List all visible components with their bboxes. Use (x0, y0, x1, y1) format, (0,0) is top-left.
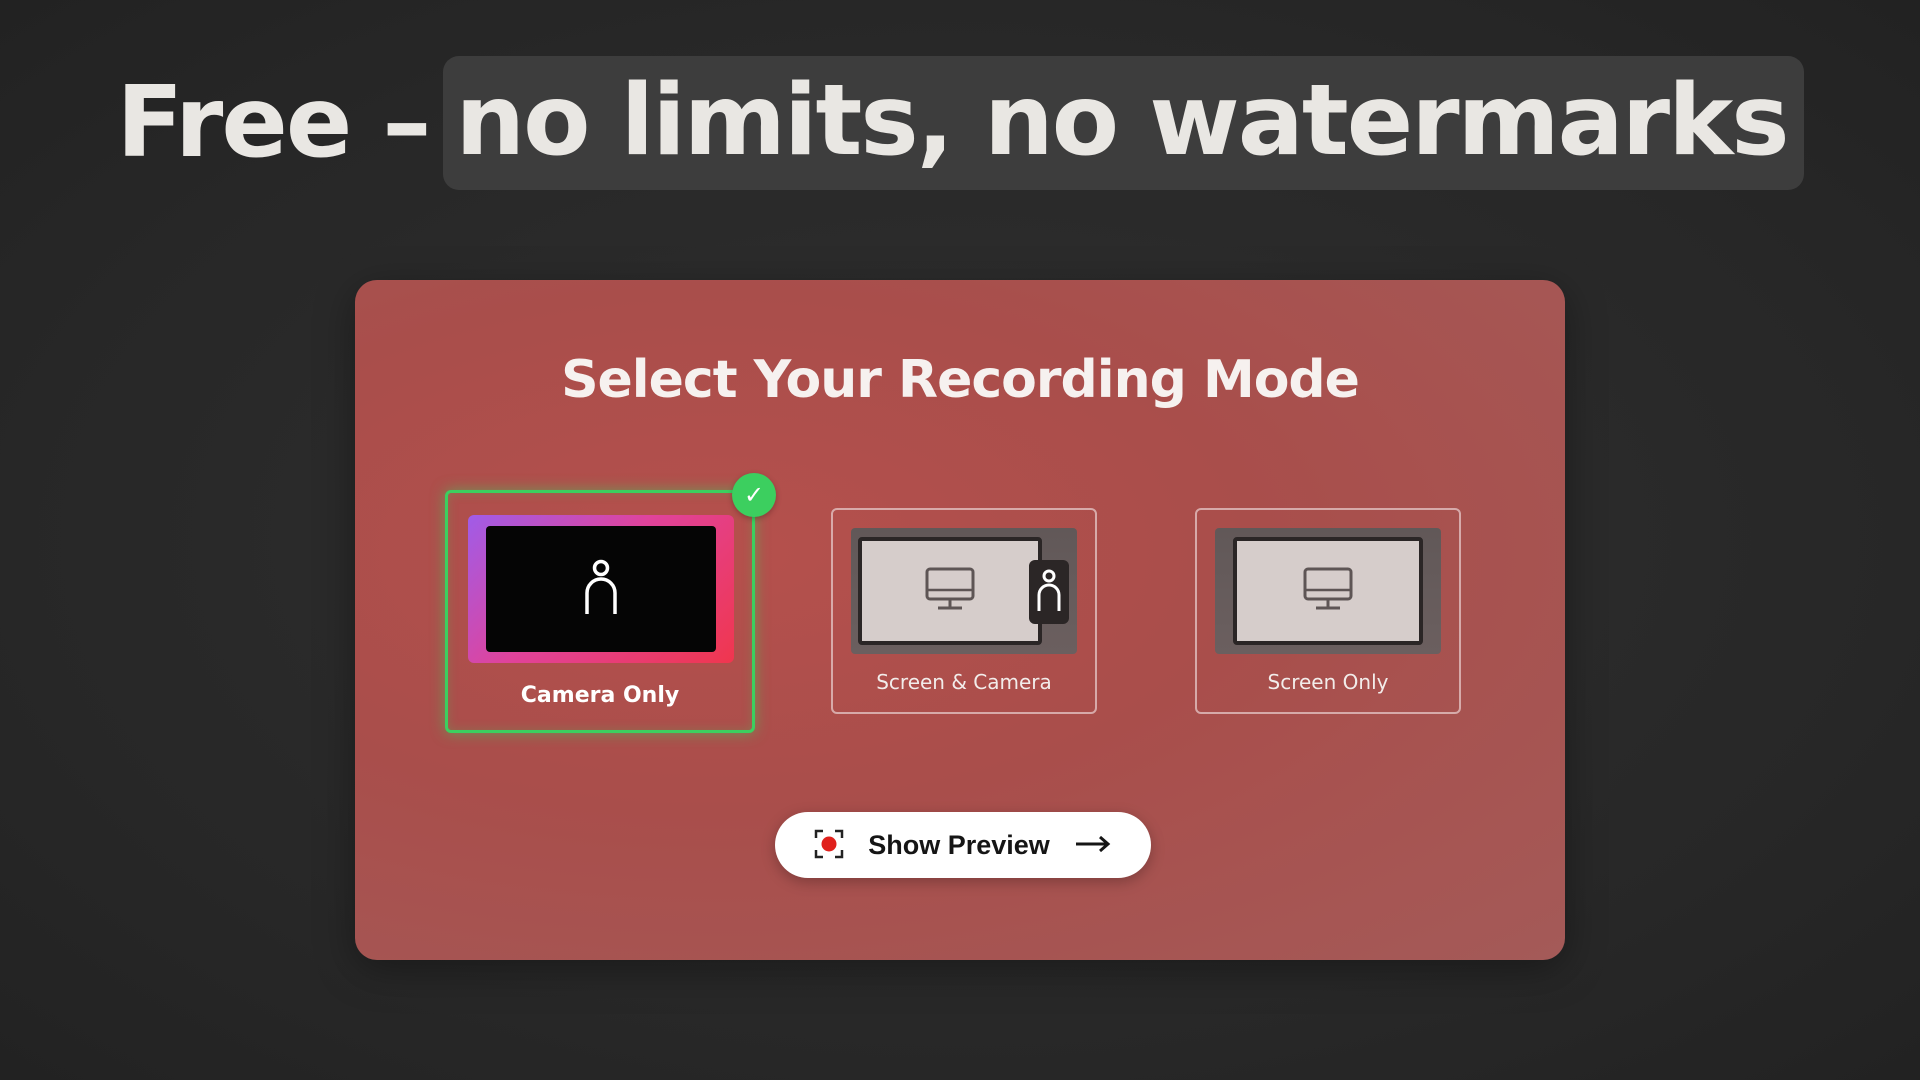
recording-mode-panel: Select Your Recording Mode Camera Only ✓ (355, 280, 1565, 960)
mode-option-screen-and-camera[interactable]: Screen & Camera (831, 508, 1097, 714)
record-icon (814, 829, 844, 862)
arrow-right-icon (1074, 834, 1112, 857)
show-preview-button[interactable]: Show Preview (775, 812, 1151, 878)
show-preview-label: Show Preview (868, 829, 1050, 860)
checkmark-icon: ✓ (732, 473, 776, 517)
option-label-camera-only: Camera Only (520, 683, 680, 708)
screen-only-screen (1233, 537, 1423, 645)
camera-thumbnail (468, 515, 734, 663)
camera-overlay (1029, 560, 1069, 624)
person-icon (581, 559, 621, 619)
headline: Free – no limits, no watermarks (0, 56, 1920, 190)
monitor-icon (924, 566, 976, 616)
headline-highlight: no limits, no watermarks (443, 56, 1804, 190)
screen-camera-thumbnail (851, 528, 1077, 654)
page: Free – no limits, no watermarks Select Y… (0, 0, 1920, 1080)
mode-option-screen-only[interactable]: Screen Only (1195, 508, 1461, 714)
person-icon (1035, 568, 1063, 616)
mode-option-camera-only[interactable]: Camera Only ✓ (445, 473, 776, 733)
option-label-screen-only: Screen Only (1267, 670, 1389, 694)
screen-camera-screen (858, 537, 1042, 645)
camera-thumbnail-screen (486, 526, 716, 652)
option-label-screen-and-camera: Screen & Camera (876, 670, 1052, 694)
panel-title: Select Your Recording Mode (561, 350, 1360, 410)
monitor-icon (1302, 566, 1354, 616)
headline-lead: Free – (116, 66, 431, 180)
screen-only-thumbnail (1215, 528, 1441, 654)
